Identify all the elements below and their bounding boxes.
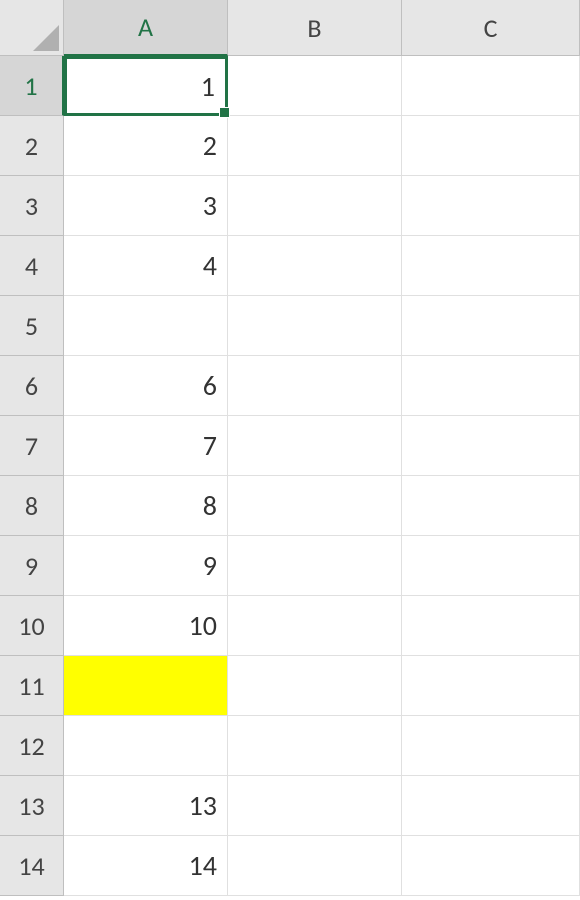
row-header-4[interactable]: 4 [0,236,64,296]
cell-B6[interactable] [228,356,402,416]
cell-B10[interactable] [228,596,402,656]
cell-A13[interactable]: 13 [64,776,228,836]
cell-B7[interactable] [228,416,402,476]
cell-C7[interactable] [402,416,580,476]
row: 11 [0,56,580,116]
cell-C9[interactable] [402,536,580,596]
column-header-C[interactable]: C [402,0,580,56]
row-header-11[interactable]: 11 [0,656,64,716]
cell-A14[interactable]: 14 [64,836,228,896]
cell-B5[interactable] [228,296,402,356]
cell-C4[interactable] [402,236,580,296]
row-header-2[interactable]: 2 [0,116,64,176]
row-header-13[interactable]: 13 [0,776,64,836]
spreadsheet-grid: ABC 112233445667788991010111213131414 [0,0,580,896]
cell-A5[interactable] [64,296,228,356]
cell-B12[interactable] [228,716,402,776]
cell-C11[interactable] [402,656,580,716]
cell-B2[interactable] [228,116,402,176]
row: 12 [0,716,580,776]
row: 88 [0,476,580,536]
row: 99 [0,536,580,596]
row-header-8[interactable]: 8 [0,476,64,536]
row-header-1[interactable]: 1 [0,56,64,116]
select-all-corner[interactable] [0,0,64,56]
cell-B9[interactable] [228,536,402,596]
row-header-12[interactable]: 12 [0,716,64,776]
cell-C13[interactable] [402,776,580,836]
row: 44 [0,236,580,296]
cell-C1[interactable] [402,56,580,116]
row-header-5[interactable]: 5 [0,296,64,356]
cell-B4[interactable] [228,236,402,296]
row: 66 [0,356,580,416]
cell-B1[interactable] [228,56,402,116]
column-header-row: ABC [0,0,580,56]
row-header-7[interactable]: 7 [0,416,64,476]
row: 1010 [0,596,580,656]
cell-A12[interactable] [64,716,228,776]
cell-B3[interactable] [228,176,402,236]
row-header-6[interactable]: 6 [0,356,64,416]
cell-A11[interactable] [64,656,228,716]
cell-C12[interactable] [402,716,580,776]
cell-A2[interactable]: 2 [64,116,228,176]
cell-C8[interactable] [402,476,580,536]
cell-A4[interactable]: 4 [64,236,228,296]
column-header-A[interactable]: A [64,0,228,56]
cell-B14[interactable] [228,836,402,896]
cell-C5[interactable] [402,296,580,356]
row-header-3[interactable]: 3 [0,176,64,236]
cell-C3[interactable] [402,176,580,236]
cell-A9[interactable]: 9 [64,536,228,596]
row: 1313 [0,776,580,836]
row: 77 [0,416,580,476]
cell-B8[interactable] [228,476,402,536]
row: 33 [0,176,580,236]
row-header-10[interactable]: 10 [0,596,64,656]
row: 1414 [0,836,580,896]
cell-A10[interactable]: 10 [64,596,228,656]
row: 11 [0,656,580,716]
cell-C14[interactable] [402,836,580,896]
cell-B11[interactable] [228,656,402,716]
row: 22 [0,116,580,176]
column-header-B[interactable]: B [228,0,402,56]
cell-A6[interactable]: 6 [64,356,228,416]
cell-A3[interactable]: 3 [64,176,228,236]
cell-A7[interactable]: 7 [64,416,228,476]
cell-C10[interactable] [402,596,580,656]
cell-C2[interactable] [402,116,580,176]
cell-C6[interactable] [402,356,580,416]
cell-B13[interactable] [228,776,402,836]
row-header-14[interactable]: 14 [0,836,64,896]
row: 5 [0,296,580,356]
row-header-9[interactable]: 9 [0,536,64,596]
cell-A1[interactable]: 1 [64,56,228,116]
cell-A8[interactable]: 8 [64,476,228,536]
